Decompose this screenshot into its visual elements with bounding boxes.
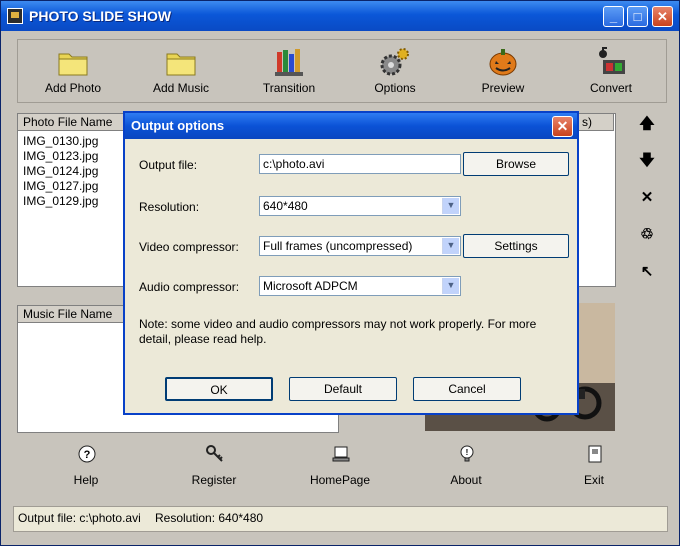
folder-icon (58, 53, 88, 76)
help-button[interactable]: ? Help (41, 443, 131, 491)
help-icon: ? (78, 445, 96, 463)
up-arrow-icon[interactable]: 🡅 (637, 114, 657, 134)
undo-icon[interactable]: ↖ (637, 262, 657, 282)
gears-icon (380, 48, 409, 76)
exit-icon (588, 445, 602, 463)
audio-compressor-value: Microsoft ADPCM (263, 279, 358, 293)
photo-column-header[interactable]: Photo File Name (18, 114, 124, 131)
output-file-label: Output file: (139, 158, 198, 172)
info-bulb-icon: ! (460, 445, 474, 462)
list-item[interactable]: IMG_0129.jpg (23, 194, 98, 208)
preview-button[interactable]: Preview (458, 44, 548, 100)
ok-button[interactable]: OK (165, 377, 273, 401)
status-bar: Output file: c:\photo.avi Resolution: 64… (13, 506, 668, 532)
resolution-select[interactable]: 640*480 ▼ (259, 196, 461, 216)
preview-label: Preview (481, 81, 525, 95)
chevron-down-icon[interactable]: ▼ (442, 198, 459, 214)
add-photo-button[interactable]: Add Photo (28, 44, 118, 100)
options-button[interactable]: Options (350, 44, 440, 100)
close-button[interactable]: ✕ (652, 6, 673, 27)
transition-button[interactable]: Transition (244, 44, 334, 100)
exit-label: Exit (583, 473, 604, 487)
audio-compressor-select[interactable]: Microsoft ADPCM ▼ (259, 276, 461, 296)
homepage-label: HomePage (309, 473, 371, 487)
browse-button[interactable]: Browse (463, 152, 569, 176)
folder-icon (166, 53, 196, 76)
convert-label: Convert (589, 81, 633, 95)
chevron-down-icon[interactable]: ▼ (442, 238, 459, 254)
dialog-title: Output options (131, 118, 225, 133)
resolution-label: Resolution: (139, 200, 200, 214)
down-arrow-icon[interactable]: 🡇 (637, 151, 657, 171)
window-title: PHOTO SLIDE SHOW (29, 8, 172, 24)
output-options-dialog: Output options ✕ Output file: c:\photo.a… (123, 111, 579, 415)
add-photo-label: Add Photo (44, 81, 102, 95)
pencils-icon (275, 49, 303, 76)
audio-compressor-label: Audio compressor: (139, 280, 240, 294)
dialog-close-button[interactable]: ✕ (552, 116, 573, 137)
about-label: About (450, 473, 482, 487)
register-button[interactable]: Register (169, 443, 259, 491)
status-resolution: Resolution: 640*480 (155, 511, 264, 525)
list-item[interactable]: IMG_0124.jpg (23, 164, 98, 178)
svg-text:?: ? (84, 449, 91, 461)
key-icon (206, 445, 223, 462)
chevron-down-icon[interactable]: ▼ (442, 278, 459, 294)
homepage-button[interactable]: HomePage (295, 443, 385, 491)
resolution-value: 640*480 (263, 199, 308, 213)
cancel-button[interactable]: Cancel (413, 377, 521, 401)
computer-icon (332, 446, 350, 462)
clear-icon[interactable]: ♲ (637, 225, 657, 245)
compressor-note: Note: some video and audio compressors m… (139, 317, 537, 346)
dialog-title-bar[interactable]: Output options ✕ (125, 113, 577, 139)
minimize-button[interactable]: _ (603, 6, 624, 27)
settings-button[interactable]: Settings (463, 234, 569, 258)
title-bar[interactable]: PHOTO SLIDE SHOW _ □ ✕ (1, 1, 679, 31)
exit-button[interactable]: Exit (549, 443, 639, 491)
output-file-field[interactable]: c:\photo.avi (259, 154, 461, 174)
transition-label: Transition (262, 81, 316, 95)
about-button[interactable]: ! About (421, 443, 511, 491)
add-music-button[interactable]: Add Music (136, 44, 226, 100)
main-window: PHOTO SLIDE SHOW _ □ ✕ Add Photo Add Mus… (0, 0, 680, 546)
delete-icon[interactable]: ✕ (637, 188, 657, 208)
svg-text:!: ! (466, 448, 469, 457)
help-label: Help (73, 473, 99, 487)
add-music-label: Add Music (152, 81, 210, 95)
film-icon (599, 47, 625, 74)
options-label: Options (374, 81, 416, 95)
convert-button[interactable]: Convert (566, 44, 656, 100)
toolbar: Add Photo Add Music Transition Options P… (17, 39, 667, 103)
register-label: Register (191, 473, 237, 487)
app-icon (7, 8, 23, 24)
status-output-file: Output file: c:\photo.avi (18, 511, 141, 525)
list-item[interactable]: IMG_0130.jpg (23, 134, 98, 148)
list-item[interactable]: IMG_0123.jpg (23, 149, 98, 163)
video-compressor-select[interactable]: Full frames (uncompressed) ▼ (259, 236, 461, 256)
default-button[interactable]: Default (289, 377, 397, 401)
list-item[interactable]: IMG_0127.jpg (23, 179, 98, 193)
pumpkin-icon (489, 49, 517, 76)
video-compressor-value: Full frames (uncompressed) (263, 239, 413, 253)
video-compressor-label: Video compressor: (139, 240, 239, 254)
maximize-button[interactable]: □ (627, 6, 648, 27)
